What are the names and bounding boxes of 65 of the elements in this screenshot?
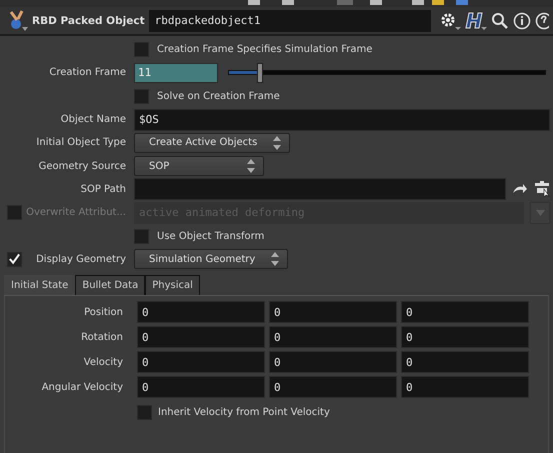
jump-arrow-icon[interactable]: [512, 183, 528, 196]
toggle-label: Creation Frame Specifies Simulation Frame: [157, 44, 372, 56]
tab[interactable]: Initial State: [4, 274, 76, 295]
parameter-label: Creation Frame: [49, 67, 126, 78]
tab[interactable]: Physical: [145, 274, 200, 295]
caret-icon: [536, 210, 544, 216]
up-down-arrows-icon: [273, 136, 282, 150]
toggle-label: Solve on Creation Frame: [157, 90, 280, 102]
node-type-icon[interactable]: [8, 10, 28, 32]
parameter-label: Object Name: [60, 114, 126, 126]
node-chooser-icon[interactable]: [534, 181, 550, 198]
number-field[interactable]: 0: [401, 376, 529, 398]
number-field[interactable]: 0: [137, 326, 265, 348]
number-field[interactable]: 0: [137, 351, 265, 374]
node-name-field[interactable]: rbdpackedobject1: [148, 10, 431, 32]
parameter-label: Angular Velocity: [40, 382, 124, 393]
toolbar-icon[interactable]: [370, 0, 382, 5]
parameter-label: Overwrite Attribut...: [26, 207, 126, 218]
up-down-arrows-icon: [247, 159, 255, 174]
toolbar-icon[interactable]: [337, 0, 353, 5]
parameter-label: Rotation: [80, 332, 124, 343]
slider-handle[interactable]: [256, 62, 263, 83]
parameter-label: Display Geometry: [36, 254, 126, 265]
number-field[interactable]: 0: [137, 301, 265, 324]
number-field[interactable]: 0: [269, 326, 397, 348]
checkbox[interactable]: [134, 228, 149, 244]
toolbar-icon[interactable]: [412, 0, 424, 5]
checkbox[interactable]: [134, 88, 149, 104]
toggle-label: Inherit Velocity from Point Velocity: [158, 406, 330, 418]
number-field[interactable]: 0: [401, 301, 529, 324]
help-h-icon[interactable]: [465, 10, 487, 30]
number-field[interactable]: 0: [269, 376, 397, 398]
number-field[interactable]: 0: [269, 301, 397, 324]
parameter-label: Geometry Source: [38, 160, 126, 172]
node-type-label: RBD Packed Object: [32, 14, 145, 26]
parameter-label: Position: [83, 306, 124, 318]
number-field[interactable]: 11: [134, 62, 218, 83]
path-field[interactable]: [134, 178, 506, 200]
gear-icon[interactable]: [439, 10, 461, 30]
info-icon[interactable]: [513, 12, 531, 30]
help-icon[interactable]: [535, 12, 549, 30]
toolbar-icon[interactable]: [456, 0, 468, 5]
dropdown-menu[interactable]: SOP: [134, 156, 264, 176]
number-field[interactable]: 0: [401, 326, 529, 348]
checkbox[interactable]: [137, 404, 152, 420]
dropdown-menu[interactable]: Create Active Objects: [134, 132, 290, 153]
parameter-label: Initial Object Type: [36, 137, 126, 148]
number-field[interactable]: 0: [137, 376, 265, 398]
toggle-label: Use Object Transform: [157, 230, 264, 242]
text-field[interactable]: $OS: [134, 108, 550, 131]
search-icon[interactable]: [491, 12, 509, 30]
parameter-label: Velocity: [82, 356, 124, 368]
checkbox[interactable]: [7, 252, 22, 267]
dropdown-menu[interactable]: Simulation Geometry: [134, 249, 288, 270]
up-down-arrows-icon: [271, 252, 280, 266]
slider[interactable]: [228, 62, 546, 83]
checkbox[interactable]: [134, 42, 149, 58]
number-field[interactable]: 0: [401, 351, 529, 374]
number-field[interactable]: 0: [269, 351, 397, 374]
toolbar-icon[interactable]: [282, 0, 294, 5]
checkbox[interactable]: [7, 205, 22, 220]
toolbar-icon[interactable]: [248, 0, 260, 5]
toolbar-icon[interactable]: [432, 0, 444, 5]
tab[interactable]: Bullet Data: [75, 274, 146, 295]
parameter-label: SOP Path: [80, 184, 126, 195]
